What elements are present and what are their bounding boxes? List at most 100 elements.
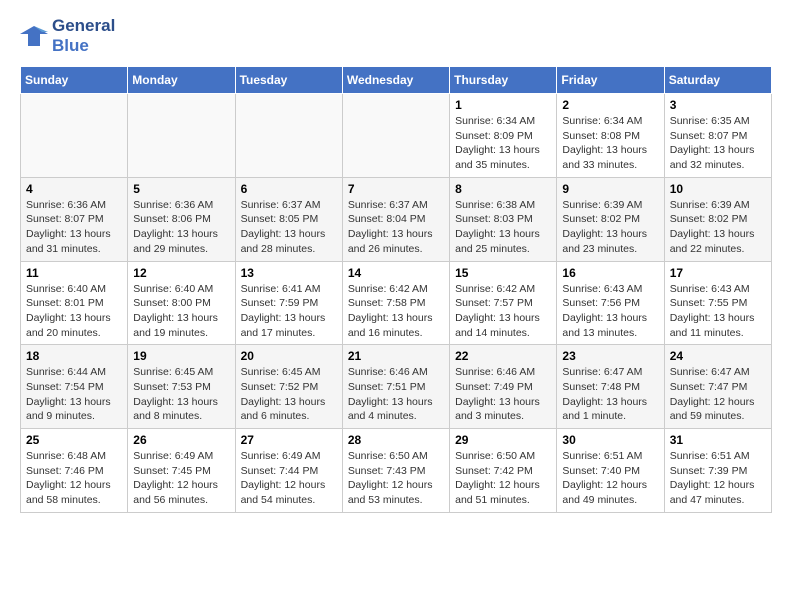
day-number: 15 bbox=[455, 266, 551, 280]
calendar: SundayMondayTuesdayWednesdayThursdayFrid… bbox=[20, 66, 772, 513]
day-info: Sunrise: 6:41 AM Sunset: 7:59 PM Dayligh… bbox=[241, 282, 337, 341]
calendar-cell: 19Sunrise: 6:45 AM Sunset: 7:53 PM Dayli… bbox=[128, 345, 235, 429]
calendar-week-row: 1 Sunrise: 6:34 AM Sunset: 8:09 PM Daylig… bbox=[21, 94, 772, 178]
calendar-cell: 17 Sunrise: 6:43 AM Sunset: 7:55 PM Dayli… bbox=[664, 261, 771, 345]
calendar-header-row: SundayMondayTuesdayWednesdayThursdayFrid… bbox=[21, 67, 772, 94]
day-info: Sunrise: 6:47 AM Sunset: 7:47 PM Dayligh… bbox=[670, 365, 766, 424]
day-number: 31 bbox=[670, 433, 766, 447]
day-info: Sunrise: 6:42 AM Sunset: 7:58 PM Dayligh… bbox=[348, 282, 444, 341]
calendar-cell bbox=[342, 94, 449, 178]
calendar-cell: 21Sunrise: 6:46 AM Sunset: 7:51 PM Dayli… bbox=[342, 345, 449, 429]
day-info: Sunrise: 6:36 AM Sunset: 8:06 PM Dayligh… bbox=[133, 198, 229, 257]
day-number: 29 bbox=[455, 433, 551, 447]
day-number: 12 bbox=[133, 266, 229, 280]
calendar-cell: 28Sunrise: 6:50 AM Sunset: 7:43 PM Dayli… bbox=[342, 429, 449, 513]
day-number: 26 bbox=[133, 433, 229, 447]
calendar-cell: 18 Sunrise: 6:44 AM Sunset: 7:54 PM Dayli… bbox=[21, 345, 128, 429]
day-number: 25 bbox=[26, 433, 122, 447]
weekday-header: Thursday bbox=[450, 67, 557, 94]
day-info: Sunrise: 6:46 AM Sunset: 7:51 PM Dayligh… bbox=[348, 365, 444, 424]
day-info: Sunrise: 6:40 AM Sunset: 8:00 PM Dayligh… bbox=[133, 282, 229, 341]
day-info: Sunrise: 6:45 AM Sunset: 7:52 PM Dayligh… bbox=[241, 365, 337, 424]
day-info: Sunrise: 6:43 AM Sunset: 7:56 PM Dayligh… bbox=[562, 282, 658, 341]
calendar-cell: 20 Sunrise: 6:45 AM Sunset: 7:52 PM Dayli… bbox=[235, 345, 342, 429]
day-number: 30 bbox=[562, 433, 658, 447]
day-number: 13 bbox=[241, 266, 337, 280]
day-info: Sunrise: 6:49 AM Sunset: 7:44 PM Dayligh… bbox=[241, 449, 337, 508]
day-info: Sunrise: 6:43 AM Sunset: 7:55 PM Dayligh… bbox=[670, 282, 766, 341]
logo-text: General Blue bbox=[52, 16, 115, 56]
day-number: 14 bbox=[348, 266, 444, 280]
calendar-cell bbox=[21, 94, 128, 178]
day-number: 23 bbox=[562, 349, 658, 363]
calendar-cell: 25 Sunrise: 6:48 AM Sunset: 7:46 PM Dayli… bbox=[21, 429, 128, 513]
day-info: Sunrise: 6:47 AM Sunset: 7:48 PM Dayligh… bbox=[562, 365, 658, 424]
day-info: Sunrise: 6:51 AM Sunset: 7:40 PM Dayligh… bbox=[562, 449, 658, 508]
day-number: 1 bbox=[455, 98, 551, 112]
calendar-cell: 15 Sunrise: 6:42 AM Sunset: 7:57 PM Dayli… bbox=[450, 261, 557, 345]
logo-icon bbox=[20, 24, 48, 48]
calendar-cell: 22 Sunrise: 6:46 AM Sunset: 7:49 PM Dayli… bbox=[450, 345, 557, 429]
day-info: Sunrise: 6:42 AM Sunset: 7:57 PM Dayligh… bbox=[455, 282, 551, 341]
day-info: Sunrise: 6:46 AM Sunset: 7:49 PM Dayligh… bbox=[455, 365, 551, 424]
day-number: 9 bbox=[562, 182, 658, 196]
day-info: Sunrise: 6:50 AM Sunset: 7:43 PM Dayligh… bbox=[348, 449, 444, 508]
calendar-cell: 5 Sunrise: 6:36 AM Sunset: 8:06 PM Daylig… bbox=[128, 177, 235, 261]
day-number: 27 bbox=[241, 433, 337, 447]
calendar-cell bbox=[235, 94, 342, 178]
day-info: Sunrise: 6:35 AM Sunset: 8:07 PM Dayligh… bbox=[670, 114, 766, 173]
day-number: 5 bbox=[133, 182, 229, 196]
calendar-cell: 31Sunrise: 6:51 AM Sunset: 7:39 PM Dayli… bbox=[664, 429, 771, 513]
calendar-cell: 29Sunrise: 6:50 AM Sunset: 7:42 PM Dayli… bbox=[450, 429, 557, 513]
calendar-cell: 2 Sunrise: 6:34 AM Sunset: 8:08 PM Daylig… bbox=[557, 94, 664, 178]
day-info: Sunrise: 6:48 AM Sunset: 7:46 PM Dayligh… bbox=[26, 449, 122, 508]
day-number: 4 bbox=[26, 182, 122, 196]
weekday-header: Wednesday bbox=[342, 67, 449, 94]
day-info: Sunrise: 6:44 AM Sunset: 7:54 PM Dayligh… bbox=[26, 365, 122, 424]
weekday-header: Monday bbox=[128, 67, 235, 94]
calendar-week-row: 18 Sunrise: 6:44 AM Sunset: 7:54 PM Dayli… bbox=[21, 345, 772, 429]
calendar-cell: 3 Sunrise: 6:35 AM Sunset: 8:07 PM Daylig… bbox=[664, 94, 771, 178]
calendar-cell: 10 Sunrise: 6:39 AM Sunset: 8:02 PM Dayli… bbox=[664, 177, 771, 261]
calendar-cell: 24Sunrise: 6:47 AM Sunset: 7:47 PM Dayli… bbox=[664, 345, 771, 429]
day-info: Sunrise: 6:39 AM Sunset: 8:02 PM Dayligh… bbox=[670, 198, 766, 257]
weekday-header: Saturday bbox=[664, 67, 771, 94]
calendar-cell: 4 Sunrise: 6:36 AM Sunset: 8:07 PM Daylig… bbox=[21, 177, 128, 261]
day-info: Sunrise: 6:36 AM Sunset: 8:07 PM Dayligh… bbox=[26, 198, 122, 257]
day-number: 22 bbox=[455, 349, 551, 363]
calendar-cell: 9 Sunrise: 6:39 AM Sunset: 8:02 PM Daylig… bbox=[557, 177, 664, 261]
calendar-cell: 11Sunrise: 6:40 AM Sunset: 8:01 PM Dayli… bbox=[21, 261, 128, 345]
calendar-cell bbox=[128, 94, 235, 178]
day-number: 3 bbox=[670, 98, 766, 112]
weekday-header: Sunday bbox=[21, 67, 128, 94]
day-info: Sunrise: 6:37 AM Sunset: 8:04 PM Dayligh… bbox=[348, 198, 444, 257]
day-number: 16 bbox=[562, 266, 658, 280]
calendar-week-row: 4 Sunrise: 6:36 AM Sunset: 8:07 PM Daylig… bbox=[21, 177, 772, 261]
calendar-cell: 14 Sunrise: 6:42 AM Sunset: 7:58 PM Dayli… bbox=[342, 261, 449, 345]
weekday-header: Tuesday bbox=[235, 67, 342, 94]
day-number: 18 bbox=[26, 349, 122, 363]
day-number: 17 bbox=[670, 266, 766, 280]
day-number: 6 bbox=[241, 182, 337, 196]
day-info: Sunrise: 6:34 AM Sunset: 8:09 PM Dayligh… bbox=[455, 114, 551, 173]
calendar-cell: 27 Sunrise: 6:49 AM Sunset: 7:44 PM Dayli… bbox=[235, 429, 342, 513]
calendar-cell: 6Sunrise: 6:37 AM Sunset: 8:05 PM Daylig… bbox=[235, 177, 342, 261]
day-number: 7 bbox=[348, 182, 444, 196]
calendar-week-row: 11Sunrise: 6:40 AM Sunset: 8:01 PM Dayli… bbox=[21, 261, 772, 345]
calendar-cell: 8Sunrise: 6:38 AM Sunset: 8:03 PM Daylig… bbox=[450, 177, 557, 261]
day-info: Sunrise: 6:45 AM Sunset: 7:53 PM Dayligh… bbox=[133, 365, 229, 424]
day-number: 20 bbox=[241, 349, 337, 363]
day-info: Sunrise: 6:39 AM Sunset: 8:02 PM Dayligh… bbox=[562, 198, 658, 257]
day-number: 10 bbox=[670, 182, 766, 196]
calendar-cell: 26Sunrise: 6:49 AM Sunset: 7:45 PM Dayli… bbox=[128, 429, 235, 513]
calendar-cell: 1 Sunrise: 6:34 AM Sunset: 8:09 PM Daylig… bbox=[450, 94, 557, 178]
day-info: Sunrise: 6:38 AM Sunset: 8:03 PM Dayligh… bbox=[455, 198, 551, 257]
calendar-cell: 13 Sunrise: 6:41 AM Sunset: 7:59 PM Dayli… bbox=[235, 261, 342, 345]
header: General Blue bbox=[20, 16, 772, 56]
day-number: 2 bbox=[562, 98, 658, 112]
day-number: 11 bbox=[26, 266, 122, 280]
calendar-cell: 12 Sunrise: 6:40 AM Sunset: 8:00 PM Dayli… bbox=[128, 261, 235, 345]
weekday-header: Friday bbox=[557, 67, 664, 94]
day-info: Sunrise: 6:34 AM Sunset: 8:08 PM Dayligh… bbox=[562, 114, 658, 173]
calendar-cell: 16 Sunrise: 6:43 AM Sunset: 7:56 PM Dayli… bbox=[557, 261, 664, 345]
